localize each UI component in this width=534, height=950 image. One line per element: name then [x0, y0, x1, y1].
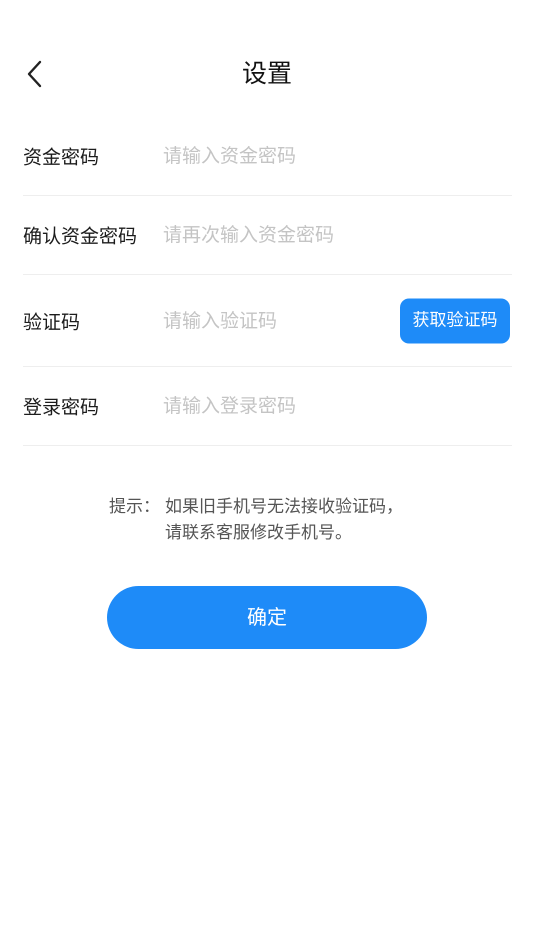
- verification-code-row: 验证码 获取验证码: [23, 275, 512, 367]
- tip-body: 如果旧手机号无法接收验证码， 请联系客服修改手机号。: [165, 494, 403, 546]
- confirm-button[interactable]: 确定: [107, 586, 427, 649]
- fund-password-row: 资金密码: [23, 117, 512, 196]
- get-verification-code-button[interactable]: 获取验证码: [400, 298, 510, 343]
- login-password-row: 登录密码: [23, 367, 512, 446]
- login-password-label: 登录密码: [23, 396, 100, 419]
- tip-line: 请联系客服修改手机号。: [165, 523, 352, 543]
- verification-code-label: 验证码: [23, 311, 81, 333]
- settings-form: 资金密码 确认资金密码 验证码 获取验证码 登录密码: [23, 117, 512, 446]
- verification-code-input[interactable]: [163, 303, 383, 338]
- tip-text: 提示： 如果旧手机号无法接收验证码， 请联系客服修改手机号。: [109, 494, 403, 546]
- header-bar: 设置: [0, 44, 534, 104]
- confirm-fund-password-row: 确认资金密码: [23, 196, 512, 275]
- fund-password-label: 资金密码: [23, 146, 100, 169]
- login-password-input[interactable]: [163, 389, 383, 423]
- fund-password-input[interactable]: [163, 139, 383, 173]
- page-title: 设置: [241, 59, 292, 88]
- confirm-fund-password-label: 确认资金密码: [23, 225, 138, 248]
- confirm-fund-password-input[interactable]: [163, 218, 383, 252]
- tip-prefix: 提示：: [109, 497, 160, 517]
- tip-line: 如果旧手机号无法接收验证码，: [165, 497, 403, 517]
